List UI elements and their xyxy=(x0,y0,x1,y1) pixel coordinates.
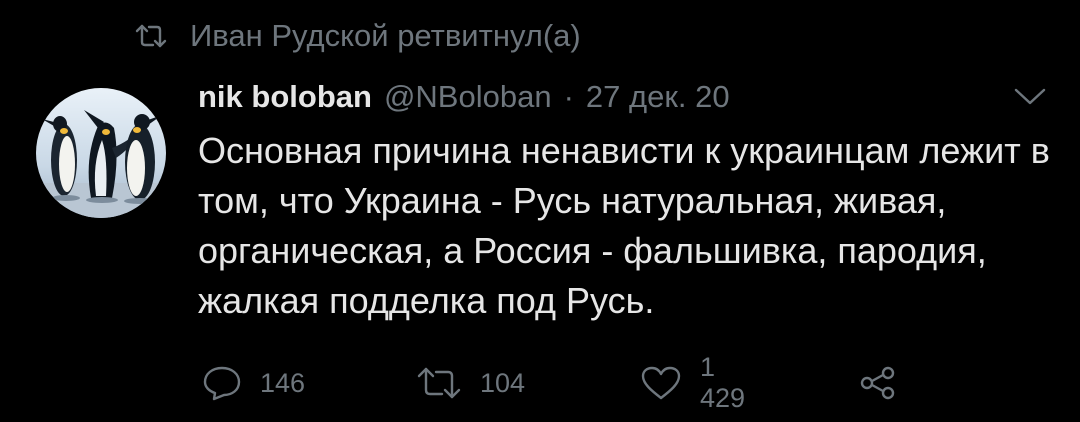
retweet-icon xyxy=(416,365,462,401)
separator-dot: · xyxy=(563,79,574,114)
retweet-button[interactable]: 104 xyxy=(416,360,525,406)
like-button[interactable]: 1 429 xyxy=(640,352,745,413)
tweet-header: nik boloban @NBoloban · 27 дек. 20 xyxy=(198,72,730,122)
reply-button[interactable]: 146 xyxy=(202,360,305,406)
heart-icon xyxy=(640,365,682,401)
retweet-icon xyxy=(134,22,168,50)
retweet-count: 104 xyxy=(480,367,526,398)
retweet-context-text[interactable]: Иван Рудской ретвитнул(а) xyxy=(190,18,581,54)
like-count: 1 429 xyxy=(700,352,746,413)
avatar[interactable] xyxy=(36,88,166,218)
tweet-text: Основная причина ненависти к украинцам л… xyxy=(198,130,1050,321)
tweet-date[interactable]: 27 дек. 20 xyxy=(586,79,730,115)
retweet-context: Иван Рудской ретвитнул(а) xyxy=(134,14,581,58)
author-name[interactable]: nik boloban xyxy=(198,79,372,115)
author-handle[interactable]: @NBoloban xyxy=(384,79,552,115)
share-button[interactable] xyxy=(858,360,898,406)
chevron-down-icon[interactable] xyxy=(1012,86,1048,108)
share-icon xyxy=(858,365,898,401)
reply-icon xyxy=(202,365,242,401)
reply-count: 146 xyxy=(260,367,306,398)
